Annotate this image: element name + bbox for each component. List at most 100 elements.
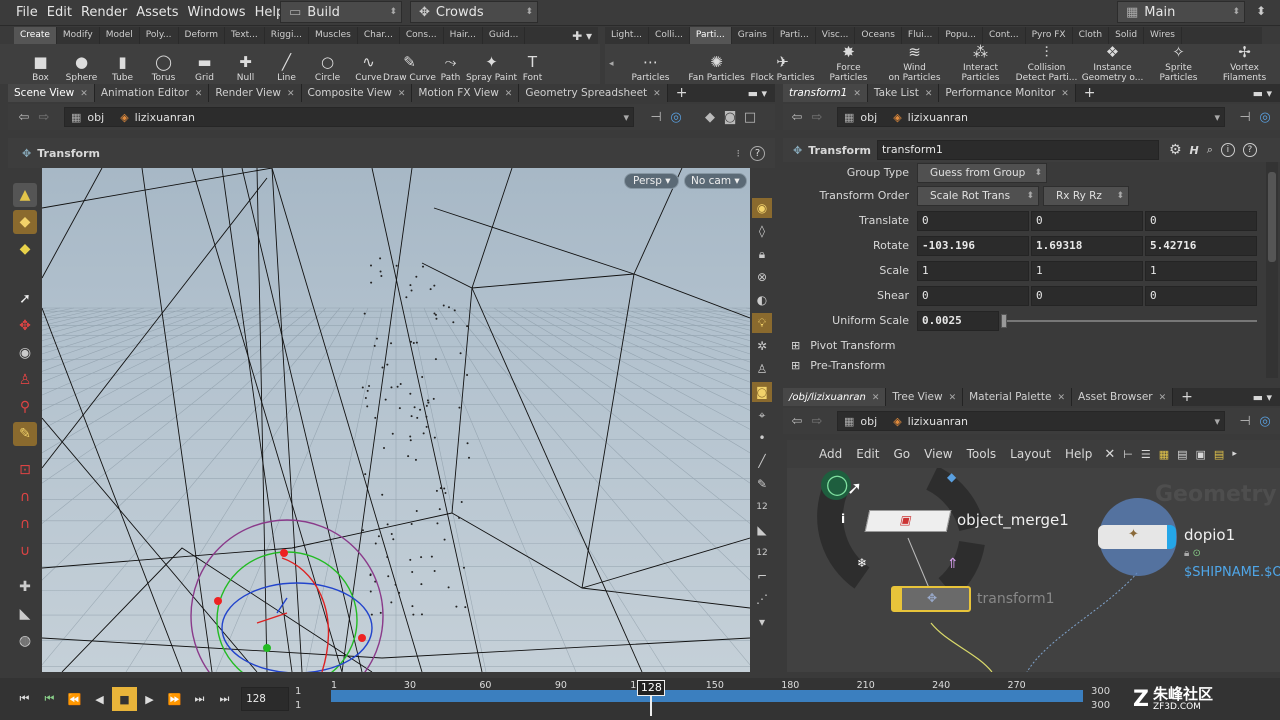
path-segment-obj[interactable]: obj [860,415,877,428]
tab-asset-browser[interactable]: Asset Browser ✕ [1072,388,1174,406]
shelf-tab-deform[interactable]: Deform [179,27,225,44]
step-start-icon[interactable]: ⏮ [37,687,62,711]
snap-curve-icon[interactable]: ∩ [13,485,37,509]
group-type-menu[interactable]: Guess from Group ⬍ [917,162,1047,183]
tab-transform1[interactable]: transform1 ✕ [783,84,868,102]
tab-material-palette[interactable]: Material Palette ✕ [963,388,1073,406]
shelf-tab-fluid[interactable]: Flui... [902,27,940,44]
back-icon[interactable]: ⇦ [787,110,807,125]
wrench-icon[interactable]: ✕ [1104,447,1115,462]
shelf-tool-tube[interactable]: ▮ Tube [102,45,143,83]
tab-motion-fx-view[interactable]: Motion FX View ✕ [412,84,520,102]
shelf-tool-line[interactable]: ╱ Line [266,45,307,83]
uniform-scale-field[interactable]: 0.0025 [917,310,999,331]
translate-y-field[interactable]: 0 [1031,210,1143,231]
shelf-tab-populate[interactable]: Popu... [939,27,983,44]
snap-grid-icon[interactable]: ⋰ [752,589,772,609]
expand-plus-icon[interactable]: ⊞ [791,339,800,352]
handle-settings-icon[interactable]: ⁝ [737,147,741,160]
rotate-x-field[interactable]: -103.196 [917,235,1029,256]
close-icon[interactable]: ✕ [287,89,295,99]
shelf-tool-vortex-filaments[interactable]: ✢ Vortex Filaments [1212,43,1278,83]
tab-take-list[interactable]: Take List ✕ [867,84,940,102]
context-dropdown[interactable]: ✥ Crowds ⬍ [410,1,538,23]
tab-render-view[interactable]: Render View ✕ [209,84,302,102]
help-icon[interactable]: ? [750,145,765,161]
handle-icon[interactable]: ⚲ [13,395,37,419]
add-tab-icon[interactable]: + [1181,389,1193,405]
shelf-tool-torus[interactable]: ◯ Torus [143,45,184,83]
shelf-tab-text[interactable]: Text... [225,27,265,44]
search-icon[interactable]: ⌕ [1207,143,1213,157]
menu-help[interactable]: Help [1065,447,1092,461]
tab-geometry-spreadsheet[interactable]: Geometry Spreadsheet ✕ [519,84,668,102]
close-icon[interactable]: ✕ [925,89,933,99]
uniform-scale-slider[interactable] [1001,313,1257,328]
current-frame-field[interactable]: 128 [241,687,289,711]
shelf-tab-hair[interactable]: Hair... [444,27,483,44]
link-icon[interactable]: ◎ [1255,110,1275,125]
shelf-tool-particles[interactable]: ⋯ Particles [618,45,684,83]
pen-icon[interactable]: ✎ [752,474,772,494]
shelf-tab-poly[interactable]: Poly... [140,27,179,44]
shelf-tab-cloth[interactable]: Cloth [1073,27,1110,44]
next-key-icon[interactable]: ⏩ [162,687,187,711]
menu-file[interactable]: File [16,5,38,20]
layers-icon[interactable]: ◣ [752,520,772,540]
select-primitive-icon[interactable]: ◆ [13,237,37,261]
chevron-down-icon[interactable]: ▾ [1214,111,1220,124]
collapse-icon[interactable]: ⬍ [1256,4,1266,18]
step-end-icon[interactable]: ⏭ [187,687,212,711]
shelf-tab-pyro[interactable]: Pyro FX [1026,27,1073,44]
ortho-icon[interactable]: ⌖ [752,405,772,425]
node-name-field[interactable]: transform1 [876,140,1159,160]
node-label-object-merge[interactable]: object_merge1 [957,511,1069,529]
scene-viewport[interactable]: Persp ▾ No cam ▾ [42,168,750,672]
brush-icon[interactable]: ◣ [13,602,37,626]
scale-y-field[interactable]: 1 [1031,260,1143,281]
help-script-icon[interactable]: H [1190,144,1199,157]
badge-12b-icon[interactable]: 12 [752,543,772,563]
frame-icon[interactable]: ⌐ [752,566,772,586]
tab-performance-monitor[interactable]: Performance Monitor ✕ [939,84,1076,102]
start-frame-top[interactable]: 1 [295,685,331,699]
forward-icon[interactable]: ⇨ [807,414,827,429]
shelf-tool-grid[interactable]: ▬ Grid [184,45,225,83]
measure-icon[interactable]: ╱ [752,451,772,471]
shelf-tab-particle-fluids[interactable]: Parti... [774,27,816,44]
menu-view[interactable]: View [924,447,952,461]
shelf-tool-box[interactable]: ■ Box [20,45,61,83]
shelf-tab-model[interactable]: Model [100,27,140,44]
shelf-tool-instance-geometry-o[interactable]: ❖ Instance Geometry o... [1080,43,1146,83]
light-icon[interactable]: 💡︎ [752,313,772,333]
view-icon[interactable]: ◍ [13,629,37,653]
tab-animation-editor[interactable]: Animation Editor ✕ [94,84,210,102]
pin-icon[interactable]: ⊣ [646,110,666,125]
shelf-tab-solid[interactable]: Solid [1109,27,1145,44]
close-icon[interactable]: ✕ [195,89,203,99]
visibility-icon[interactable]: ✲ [752,336,772,356]
scale-icon[interactable]: ♙ [13,368,37,392]
cube-icon[interactable]: ◆ [700,110,720,125]
desktop-dropdown[interactable]: ▭ Build ⬍ [280,1,402,23]
shelf-tool-null[interactable]: ✚ Null [225,45,266,83]
bypass-flag-icon[interactable]: ◆ [947,470,956,484]
shelf-tab-viscous[interactable]: Visc... [816,27,856,44]
shelf-tab-container[interactable]: Cont... [983,27,1026,44]
forward-icon[interactable]: ⇨ [34,110,54,125]
shelf-tool-path[interactable]: ⤳ Path [430,45,471,83]
paint-icon[interactable]: ✚ [13,575,37,599]
path-segment-obj[interactable]: obj [860,111,877,124]
menu-render[interactable]: Render [81,5,127,20]
snap-icon[interactable]: ⊡ [13,458,37,482]
select-component-icon[interactable]: ◆ [13,210,37,234]
shelf-tab-wires[interactable]: Wires [1144,27,1182,44]
tree-icon[interactable]: ⊢ [1123,448,1133,461]
shelf-tool-collision-detect-parti[interactable]: ⫶ Collision Detect Parti... [1014,43,1080,83]
close-icon[interactable]: ✕ [80,89,88,99]
shelf-tab-rigging[interactable]: Riggi... [265,27,310,44]
pose-icon[interactable]: ♙ [752,359,772,379]
jump-end-icon[interactable]: ⏭ [212,687,237,711]
back-icon[interactable]: ⇦ [14,110,34,125]
object-merge-node[interactable]: ▣ [864,510,952,532]
